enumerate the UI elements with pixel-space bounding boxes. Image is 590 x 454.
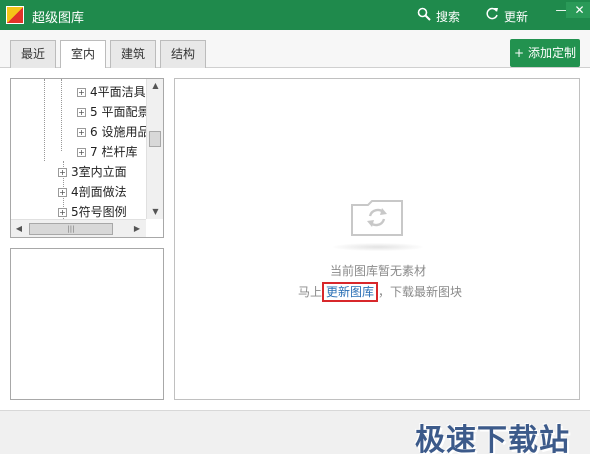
- app-logo-icon: [6, 6, 24, 24]
- title-bar: 超级图库 搜索 更新 — ✕: [0, 0, 590, 30]
- tree-item[interactable]: +5 平面配景: [77, 102, 149, 122]
- add-custom-label: 添加定制: [527, 46, 576, 60]
- empty-hint-suffix: ，下载最新图块: [378, 285, 463, 299]
- tree-vertical-scrollbar[interactable]: ▲ ▼: [146, 79, 163, 219]
- close-button[interactable]: ✕: [566, 2, 590, 18]
- tree-item-label: 4剖面做法: [71, 185, 127, 199]
- watermark-logo: 极速下载站: [415, 423, 570, 454]
- content-panel: 当前图库暂无素材 马上 更新图库 ，下载最新图块: [174, 78, 580, 400]
- tab-architecture[interactable]: 建筑: [110, 40, 156, 68]
- expand-icon[interactable]: +: [77, 88, 86, 97]
- tree-item[interactable]: +4平面洁具: [77, 82, 146, 102]
- tab-structure[interactable]: 结构: [160, 40, 206, 68]
- plus-icon: +: [514, 46, 525, 60]
- refresh-icon: [484, 7, 500, 25]
- scroll-up-icon[interactable]: ▲: [147, 79, 163, 93]
- preview-panel: [10, 248, 164, 400]
- window-title: 超级图库: [32, 11, 85, 26]
- tree-item-label: 3室内立面: [71, 165, 127, 179]
- expand-icon[interactable]: +: [77, 148, 86, 157]
- empty-hint-prefix: 马上: [298, 285, 323, 299]
- tree-guide-line: [61, 79, 62, 151]
- main-area: +4平面洁具 +5 平面配景 +6 设施用品 +7 栏杆库 +3室内立面 +4剖…: [0, 68, 590, 410]
- tree-item-label: 5符号图例: [71, 205, 127, 219]
- status-bar: 极速下载站: [0, 410, 590, 454]
- tree-item[interactable]: +3室内立面: [58, 162, 127, 182]
- tab-indoor[interactable]: 室内: [60, 40, 106, 69]
- tree-item[interactable]: +7 栏杆库: [77, 142, 137, 162]
- tree-horizontal-scrollbar[interactable]: ◀ ||| ▶: [11, 219, 146, 237]
- scroll-thumb[interactable]: [149, 131, 161, 147]
- expand-icon[interactable]: +: [58, 168, 67, 177]
- empty-icon-shadow: [333, 243, 423, 251]
- scroll-down-icon[interactable]: ▼: [147, 205, 163, 219]
- search-icon: [416, 7, 432, 25]
- search-button[interactable]: 搜索: [416, 7, 460, 25]
- tree-item[interactable]: +4剖面做法: [58, 182, 127, 202]
- tree-item-label: 7 栏杆库: [90, 145, 138, 159]
- tree-item-label: 6 设施用品: [90, 125, 150, 139]
- tab-recent[interactable]: 最近: [10, 40, 56, 68]
- empty-folder-refresh-icon: [350, 197, 404, 237]
- category-tree[interactable]: +4平面洁具 +5 平面配景 +6 设施用品 +7 栏杆库 +3室内立面 +4剖…: [10, 78, 164, 238]
- add-custom-button[interactable]: + 添加定制: [510, 39, 580, 67]
- tree-item-label: 5 平面配景: [90, 105, 150, 119]
- empty-message: 当前图库暂无素材: [329, 264, 426, 278]
- empty-hint: 马上 更新图库 ，下载最新图块: [298, 282, 463, 302]
- tree-item[interactable]: +6 设施用品: [77, 122, 149, 142]
- expand-icon[interactable]: +: [58, 188, 67, 197]
- tree-item-label: 4平面洁具: [90, 85, 146, 99]
- search-label: 搜索: [436, 10, 461, 24]
- scroll-left-icon[interactable]: ◀: [11, 220, 27, 237]
- update-button[interactable]: 更新: [484, 7, 528, 25]
- expand-icon[interactable]: +: [58, 208, 67, 217]
- update-library-link[interactable]: 更新图库: [322, 282, 379, 302]
- expand-icon[interactable]: +: [77, 128, 86, 137]
- tree-guide-line: [44, 79, 45, 161]
- scroll-thumb[interactable]: |||: [29, 223, 113, 235]
- update-label: 更新: [504, 10, 529, 24]
- tab-bar: 最近 室内 建筑 结构 + 添加定制: [0, 30, 590, 69]
- expand-icon[interactable]: +: [77, 108, 86, 117]
- scroll-right-icon[interactable]: ▶: [129, 220, 145, 237]
